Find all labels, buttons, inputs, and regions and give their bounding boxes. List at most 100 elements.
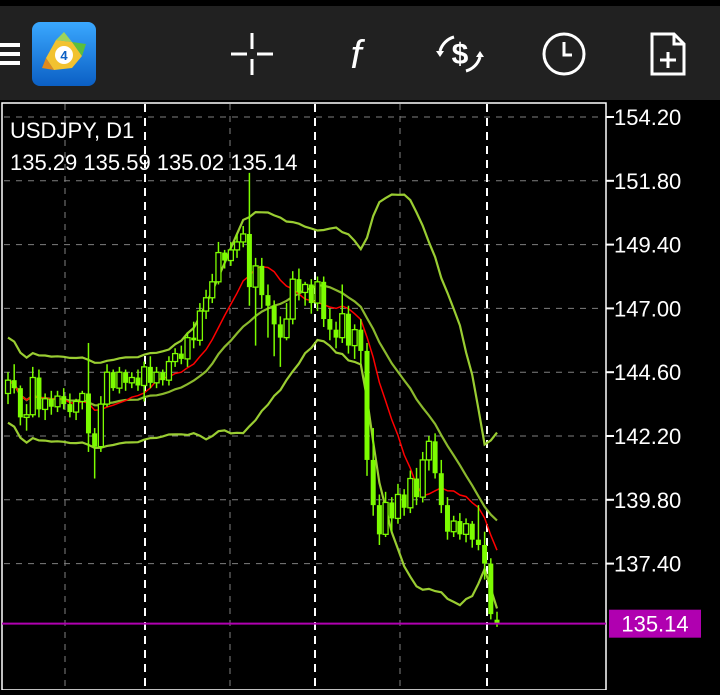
candle-body-bull <box>4 379 12 395</box>
candle-body-bear <box>345 313 351 346</box>
candle-body-bear <box>457 521 463 535</box>
candle-body-bear <box>438 473 444 506</box>
candles <box>4 172 500 627</box>
candle-body-bull <box>425 440 433 461</box>
candle-body-bull <box>283 318 290 339</box>
symbol-timeframe: USDJPY, D1 <box>10 118 134 143</box>
candle-body-bull <box>339 313 346 339</box>
candle-body-bull <box>233 241 241 251</box>
history-clock-icon[interactable] <box>536 26 592 82</box>
candle-body-bear <box>61 396 67 405</box>
candle-body-bull <box>141 366 148 387</box>
y-tick-label: 151.80 <box>614 169 681 194</box>
candle-body-bear <box>191 337 197 341</box>
candle-body-bull <box>351 329 358 347</box>
y-tick-label: 139.80 <box>614 488 681 513</box>
candle-body-bear <box>333 329 339 338</box>
candle-body-bear <box>259 265 265 296</box>
candle-body-bear <box>135 377 141 386</box>
chart-frame <box>1 102 607 691</box>
candle-body-bull <box>382 501 389 536</box>
candle-body-bear <box>482 544 488 564</box>
candle-body-bear <box>364 350 370 460</box>
candle-body-bull <box>215 251 222 283</box>
candle-body-bear <box>246 233 252 288</box>
candle-body-bear <box>271 305 277 325</box>
candle-body-bear <box>389 502 395 519</box>
candle-body-bear <box>222 252 228 261</box>
y-tick-label: 142.20 <box>614 424 681 449</box>
candle-body-bear <box>147 366 153 383</box>
candle-body-bear <box>17 388 23 418</box>
candle-body-bear <box>92 433 98 447</box>
crosshair-icon[interactable] <box>224 26 280 82</box>
new-order-icon[interactable] <box>640 26 696 82</box>
y-tick-label: 147.00 <box>614 296 681 321</box>
candle-body-bear <box>432 441 438 474</box>
candle-body-bull <box>209 281 216 299</box>
candle-body-bull <box>202 297 210 312</box>
y-axis: 154.20 151.80 149.40 147.00 144.60 142.20 139.… <box>606 105 681 577</box>
candle-body-bear <box>327 319 333 330</box>
price-chart[interactable]: 154.20 151.80 149.40 147.00 144.60 142.20 139.… <box>0 100 720 691</box>
candle-body-bull <box>196 310 204 341</box>
candle-body-bull <box>314 281 321 304</box>
candle-body-bear <box>48 398 54 407</box>
candle-body-bear <box>178 353 184 359</box>
candle-body-bull <box>153 371 160 384</box>
candle-body-bull <box>29 376 36 416</box>
candle-body-bear <box>67 404 73 413</box>
grid <box>4 104 604 690</box>
toolbar: 4 f $ <box>0 6 720 100</box>
ohlc-values: 135.29 135.59 135.02 135.14 <box>10 150 298 175</box>
candle-body-bull <box>103 371 111 405</box>
candle-body-bear <box>85 393 91 434</box>
indicators-icon[interactable]: f <box>328 26 384 82</box>
candle-body-bull <box>54 395 61 408</box>
candle-body-bull <box>79 392 86 403</box>
candle-body-bull <box>184 336 191 360</box>
trade-icon[interactable]: $ <box>432 26 488 82</box>
y-tick-label: 149.40 <box>614 233 681 258</box>
candle-body-bear <box>444 505 450 532</box>
candle-body-bull <box>23 414 30 419</box>
current-price-label: 135.14 <box>621 612 688 637</box>
candle-body-bull <box>450 520 457 533</box>
candle-body-bull <box>116 371 123 389</box>
candle-body-bear <box>110 372 116 389</box>
candle-body-bull <box>289 278 296 320</box>
candle-body-bear <box>469 523 475 540</box>
candle-body-bull <box>97 403 104 448</box>
svg-text:f: f <box>350 33 365 77</box>
candle-body-bull <box>128 376 135 384</box>
candle-body-bull <box>419 459 426 498</box>
candle-body-bull <box>407 477 414 509</box>
candle-body-bull <box>252 265 259 288</box>
candle-body-bear <box>370 459 376 506</box>
chart-area[interactable]: 154.20 151.80 149.40 147.00 144.60 142.20 139.… <box>0 100 720 691</box>
candle-body-bull <box>394 493 402 520</box>
candle-body-bear <box>376 505 382 535</box>
candle-body-bull <box>462 523 470 536</box>
y-tick-label: 154.20 <box>614 105 681 130</box>
svg-text:$: $ <box>452 38 469 71</box>
menu-icon[interactable] <box>0 26 22 82</box>
candle-body-bear <box>265 295 271 306</box>
candle-body-bear <box>358 329 364 351</box>
candle-body-bear <box>401 494 407 508</box>
candle-body-bear <box>414 478 420 498</box>
candle-body-bull <box>72 400 80 413</box>
candle-body-bear <box>308 284 314 304</box>
candle-body-bear <box>36 377 42 410</box>
candle-body-bear <box>160 372 166 381</box>
candle-body-bear <box>277 324 283 338</box>
candle-body-bear <box>11 380 17 389</box>
y-tick-label: 144.60 <box>614 360 681 385</box>
candle-body-bear <box>475 539 481 545</box>
svg-text:4: 4 <box>60 48 68 63</box>
candle-body-bull <box>171 352 179 363</box>
candle-body-bull <box>227 249 234 262</box>
candle-body-bear <box>123 372 129 383</box>
y-tick-label: 137.40 <box>614 552 681 577</box>
candle-body-bear <box>296 279 302 293</box>
